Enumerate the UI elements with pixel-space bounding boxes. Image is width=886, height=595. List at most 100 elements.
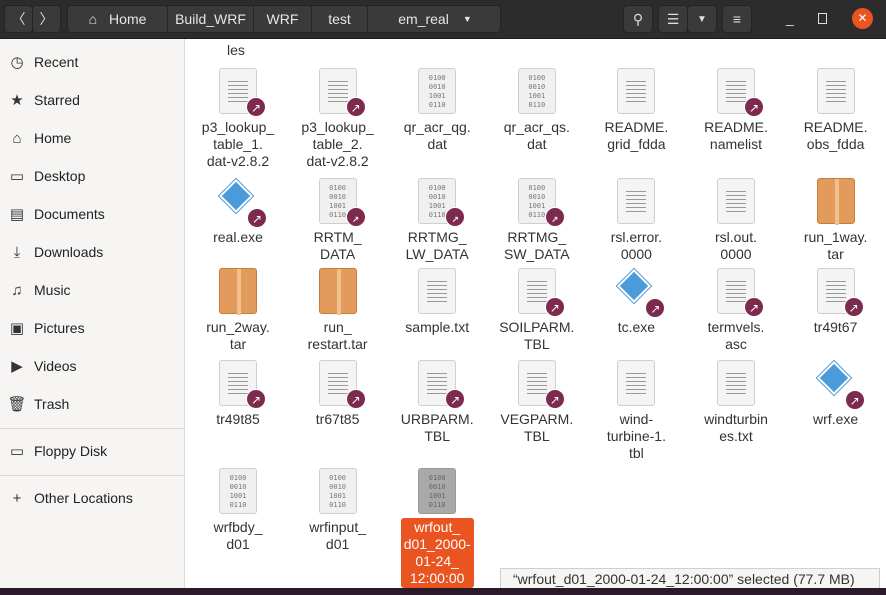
file-item[interactable]: 0100 0010 1001 0110 qr_acr_qs. dat <box>489 68 585 154</box>
file-label: run_2way. tar <box>203 318 273 354</box>
menu-button[interactable]: ≡ <box>722 5 752 33</box>
sidebar-item-music[interactable]: ♫ Music <box>0 273 184 307</box>
text-file-icon: ↗ <box>517 268 565 317</box>
file-item[interactable]: README. obs_fdda <box>788 68 884 154</box>
binary-file-icon: 0100 0010 1001 0110 ↗ <box>318 178 366 227</box>
sidebar-item-trash[interactable]: 🗑 Trash <box>0 387 184 421</box>
file-item[interactable]: 0100 0010 1001 0110 qr_acr_qg. dat <box>389 68 485 154</box>
file-label: README. obs_fdda <box>801 118 871 154</box>
file-label: rsl.error. 0000 <box>608 228 665 264</box>
symlink-badge-icon: ↗ <box>246 389 266 409</box>
file-label: rsl.out. 0000 <box>712 228 760 264</box>
file-item[interactable]: 0100 0010 1001 0110 ↗ RRTM_ DATA <box>290 178 386 264</box>
sidebar-item-videos[interactable]: ▶ Videos <box>0 349 184 383</box>
text-file-icon <box>617 178 656 224</box>
file-label: wrfout_ d01_2000- 01-24_ 12:00:00 <box>400 518 474 588</box>
close-button[interactable]: ✕ <box>852 8 873 29</box>
sidebar-item-pictures[interactable]: ▣ Pictures <box>0 311 184 345</box>
file-item[interactable]: ↗ real.exe <box>190 178 286 247</box>
file-item[interactable]: sample.txt <box>389 268 485 337</box>
sidebar-item-starred[interactable]: ★ Starred <box>0 83 184 117</box>
symlink-badge-icon: ↗ <box>445 389 466 409</box>
breadcrumb-wrf[interactable]: WRF <box>254 6 312 32</box>
file-item[interactable]: ↗ VEGPARM. TBL <box>489 360 585 446</box>
file-label: RRTMG_ SW_DATA <box>501 228 573 264</box>
file-item[interactable]: ↗ termvels. asc <box>688 268 784 354</box>
maximize-button[interactable] <box>818 13 827 24</box>
sidebar-item-recent[interactable]: ◷ Recent <box>0 45 184 79</box>
text-file-icon <box>816 68 855 114</box>
file-item[interactable]: 0100 0010 1001 0110 ↗ RRTMG_ SW_DATA <box>489 178 585 264</box>
file-label: README. grid_fdda <box>601 118 671 154</box>
file-item[interactable]: 0100 0010 1001 0110 ↗ RRTMG_ LW_DATA <box>389 178 485 264</box>
file-label-line: d01 <box>226 536 250 552</box>
sidebar-item-other-locations[interactable]: + Other Locations <box>0 481 184 515</box>
file-item[interactable]: wind-turbine-1. tbl <box>588 360 684 463</box>
music-icon: ♫ <box>11 281 23 299</box>
sidebar-divider <box>0 428 184 429</box>
sidebar-item-desktop[interactable]: ▭ Desktop <box>0 159 184 193</box>
file-label-line: TBL <box>523 336 550 352</box>
file-item[interactable]: ↗ tr49t85 <box>190 360 286 429</box>
view-list-button[interactable]: ☰ <box>658 5 688 33</box>
view-options-button[interactable]: ▼ <box>687 5 717 33</box>
sidebar-item-documents[interactable]: ▤ Documents <box>0 197 184 231</box>
file-item[interactable]: 0100 0010 1001 0110 wrfout_ d01_2000- 01-24_ 12… <box>389 468 485 588</box>
file-label-line: SW_DATA <box>503 246 570 262</box>
breadcrumb-label: test <box>328 11 351 27</box>
binary-file-icon: 0100 0010 1001 0110 <box>418 468 457 514</box>
file-item[interactable]: ↗ SOILPARM. TBL <box>489 268 585 354</box>
sidebar-item-floppy-disk[interactable]: ▭ Floppy Disk <box>0 434 184 468</box>
file-item[interactable]: ↗ URBPARM. TBL <box>389 360 485 446</box>
file-item[interactable]: ↗ p3_lookup_ table_2. dat-v2.8.2 <box>290 68 386 171</box>
binary-file-icon: 0100 0010 1001 0110 ↗ <box>418 178 466 227</box>
file-label-line: restart.tar <box>307 336 368 352</box>
file-label: wrfinput_ d01 <box>306 518 369 554</box>
file-item[interactable]: ↗ p3_lookup_ table_1. dat-v2.8.2 <box>190 68 286 171</box>
file-label: wrf.exe <box>810 410 861 429</box>
text-file-icon <box>418 268 457 314</box>
file-item[interactable]: run_ restart.tar <box>290 268 386 354</box>
breadcrumb-home[interactable]: ⌂ Home <box>68 6 168 32</box>
file-label-line: termvels. <box>707 319 765 335</box>
file-item[interactable]: run_2way. tar <box>190 268 286 354</box>
sidebar-item-label: Documents <box>34 206 105 222</box>
file-label-line: qr_acr_qs. <box>503 119 570 135</box>
file-label-line: README. <box>803 119 868 135</box>
file-label: p3_lookup_ table_1. dat-v2.8.2 <box>199 118 277 171</box>
breadcrumb-build-wrf[interactable]: Build_WRF <box>168 6 254 32</box>
file-item[interactable]: ↗ tc.exe <box>588 268 684 337</box>
file-label-line: tar <box>229 336 247 352</box>
symlink-badge-icon: ↗ <box>844 390 865 410</box>
file-label-line: tr49t67 <box>813 319 858 335</box>
file-item[interactable]: rsl.error. 0000 <box>588 178 684 264</box>
sidebar-item-home[interactable]: ⌂ Home <box>0 121 184 155</box>
file-label-line: run_1way. <box>803 229 868 245</box>
caret-down-icon: ▼ <box>697 13 707 25</box>
file-item[interactable]: ↗ tr67t85 <box>290 360 386 429</box>
back-button[interactable]: 〈 <box>4 5 33 33</box>
file-item[interactable]: rsl.out. 0000 <box>688 178 784 264</box>
file-item[interactable]: windturbin es.txt <box>688 360 784 446</box>
file-item[interactable]: ↗ tr49t67 <box>788 268 884 337</box>
search-button[interactable]: ⚲ <box>623 5 653 33</box>
breadcrumb-em-real[interactable]: em_real ▼ <box>368 6 502 32</box>
sidebar-item-label: Desktop <box>34 168 86 184</box>
download-icon: ⤓ <box>13 243 21 261</box>
file-item[interactable]: ↗ README. namelist <box>688 68 784 154</box>
sidebar-item-downloads[interactable]: ⤓ Downloads <box>0 235 184 269</box>
file-item[interactable]: run_1way. tar <box>788 178 884 264</box>
breadcrumb-test[interactable]: test <box>312 6 368 32</box>
file-label-line: tbl <box>628 445 644 461</box>
file-item[interactable]: README. grid_fdda <box>588 68 684 154</box>
file-item[interactable]: ↗ wrf.exe <box>788 360 884 429</box>
videos-icon: ▶ <box>11 358 23 375</box>
file-label-line: TBL <box>523 428 550 444</box>
file-item[interactable]: 0100 0010 1001 0110 wrfbdy_ d01 <box>190 468 286 554</box>
forward-button[interactable]: 〉 <box>32 5 61 33</box>
file-label: run_ restart.tar <box>305 318 371 354</box>
minimize-button[interactable]: _ <box>786 10 794 26</box>
symlink-badge-icon: ↗ <box>544 389 565 409</box>
file-item[interactable]: 0100 0010 1001 0110 wrfinput_ d01 <box>290 468 386 554</box>
file-label: tc.exe <box>615 318 658 337</box>
